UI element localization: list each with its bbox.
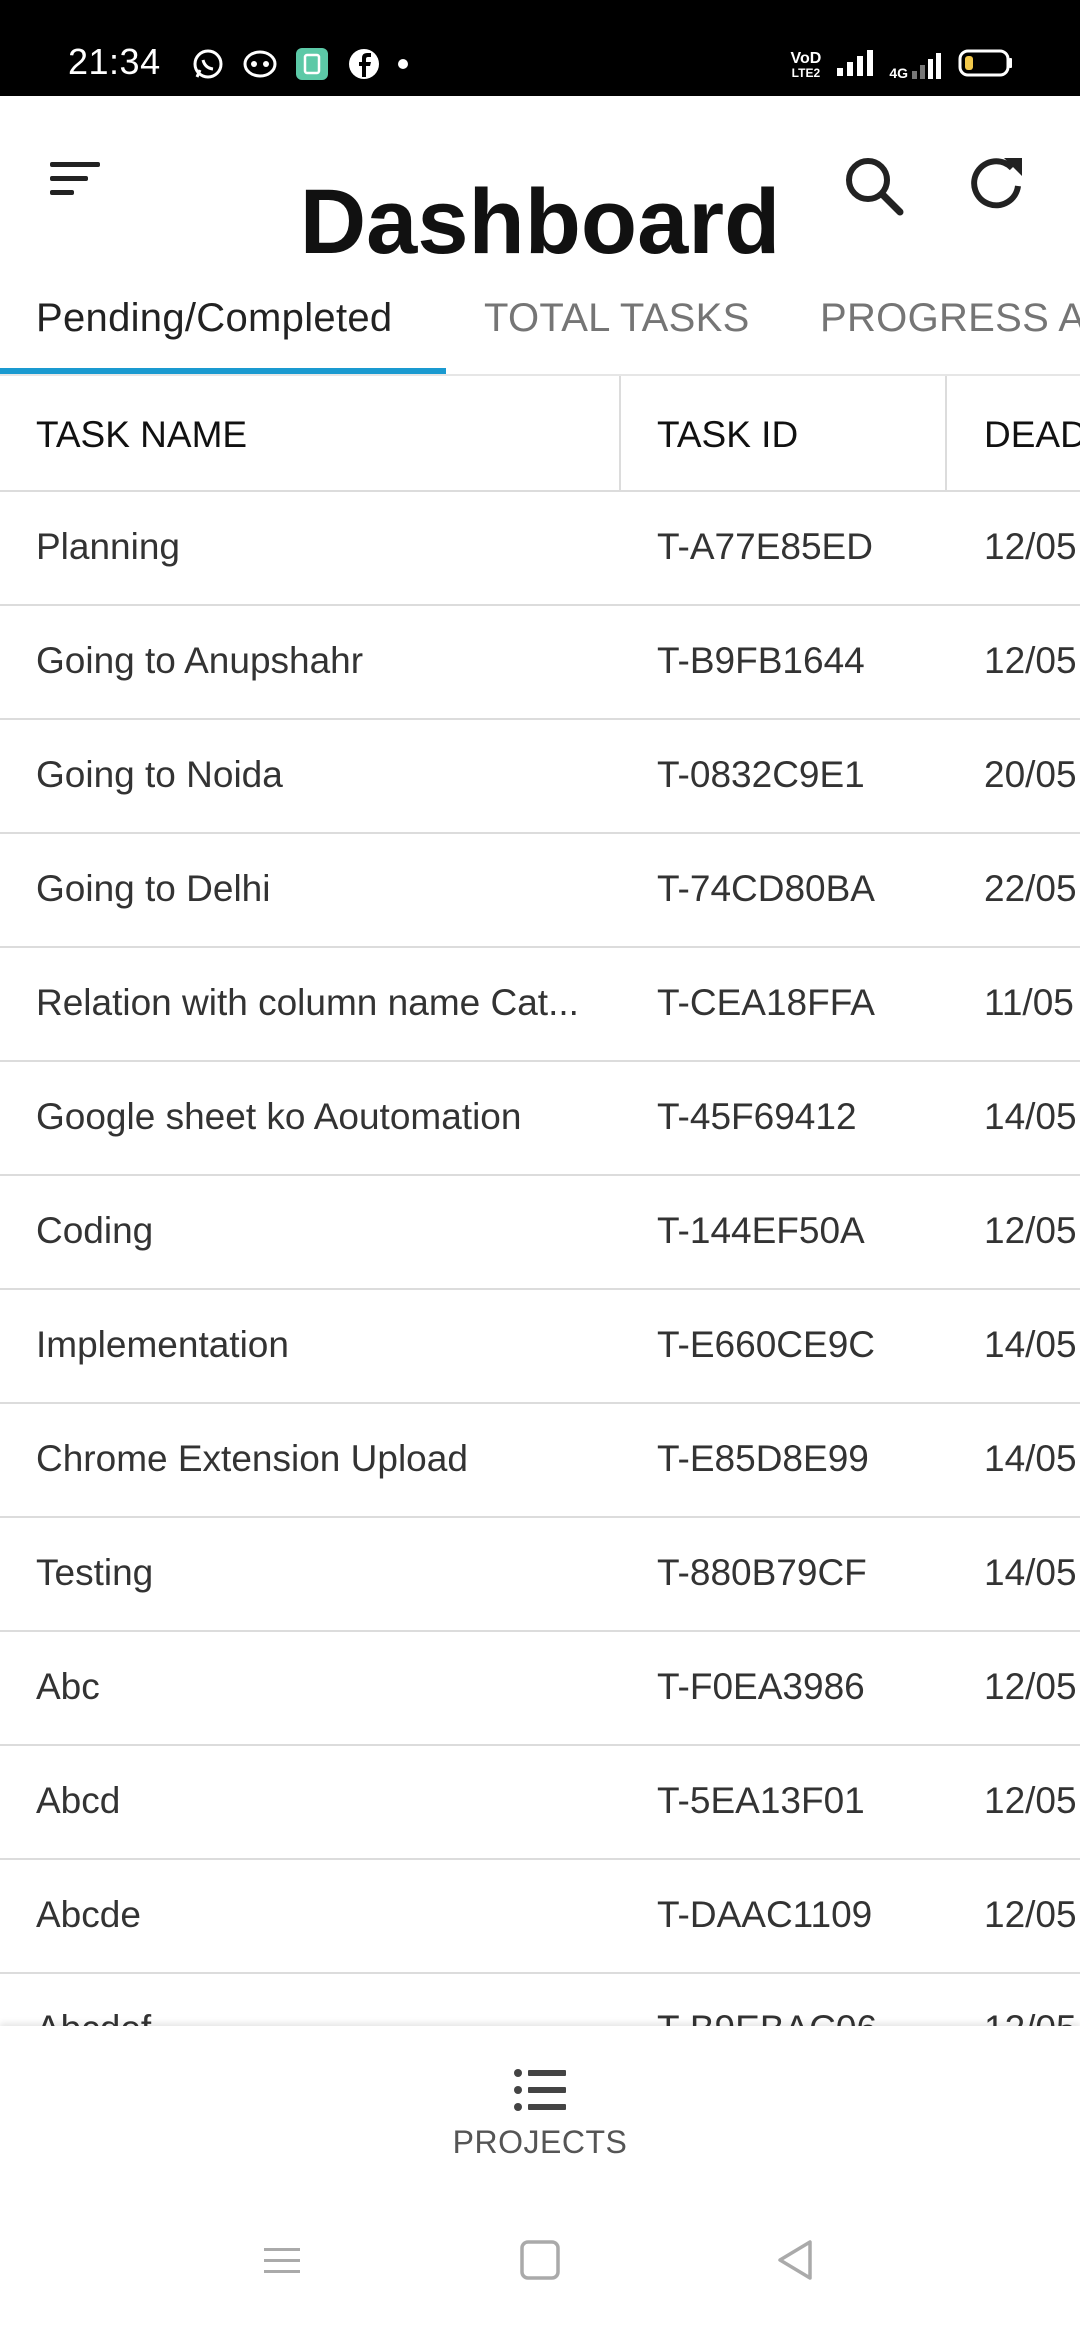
deadline-cell: 14/05 <box>984 1438 1077 1479</box>
deadline-cell: 12/05 <box>984 1210 1077 1251</box>
task-name-cell: Abcde <box>36 1894 141 1935</box>
volte-icon: VoD LTE2 <box>790 49 822 80</box>
task-name-cell: Going to Delhi <box>36 868 271 909</box>
task-id-cell: T-880B79CF <box>657 1552 867 1593</box>
column-header-task-name[interactable]: TASK NAME <box>36 414 606 456</box>
signal-icon <box>835 48 875 83</box>
network-type-label: 4G <box>889 64 908 81</box>
status-bar: 21:34 VoD LTE2 4G <box>0 0 1080 96</box>
task-id-cell: T-144EF50A <box>657 1210 865 1251</box>
task-id-cell: T-74CD80BA <box>657 868 875 909</box>
task-name-cell: Abc <box>36 1666 100 1707</box>
table-row[interactable]: Abcdef T-B9EBAC06 12/05 <box>0 1974 1080 2026</box>
dot-icon <box>398 59 408 69</box>
deadline-cell: 11/05 <box>984 982 1074 1023</box>
deadline-cell: 20/05 <box>984 754 1077 795</box>
tab-bar: Pending/Completed TOTAL TASKS PROGRESS A <box>0 272 1080 376</box>
tab-progress[interactable]: PROGRESS A <box>820 294 1080 342</box>
table-row[interactable]: Implementation T-E660CE9C 14/05 <box>0 1290 1080 1404</box>
column-header-deadline[interactable]: DEAD <box>984 414 1080 456</box>
notification-icons <box>190 46 408 82</box>
tab-total-tasks[interactable]: TOTAL TASKS <box>484 294 750 342</box>
task-name-cell: Chrome Extension Upload <box>36 1438 468 1479</box>
column-divider <box>945 376 947 492</box>
task-name-cell: Google sheet ko Aoutomation <box>36 1096 522 1137</box>
list-icon <box>512 2066 568 2114</box>
task-id-cell: T-5EA13F01 <box>657 1780 865 1821</box>
task-id-cell: T-DAAC1109 <box>657 1894 873 1935</box>
table-row[interactable]: Testing T-880B79CF 14/05 <box>0 1518 1080 1632</box>
back-icon[interactable] <box>766 2230 826 2290</box>
deadline-cell: 12/05 <box>984 1894 1077 1935</box>
column-header-task-id[interactable]: TASK ID <box>657 414 798 456</box>
home-icon[interactable] <box>510 2230 570 2290</box>
bottom-navigation: PROJECTS <box>0 2026 1080 2186</box>
deadline-cell: 12/05 <box>984 1666 1077 1707</box>
deadline-cell: 12/05 <box>984 2008 1077 2026</box>
task-id-cell: T-B9EBAC06 <box>657 2008 877 2026</box>
active-tab-indicator <box>0 368 446 374</box>
table-row[interactable]: Relation with column name Cat... T-CEA18… <box>0 948 1080 1062</box>
task-name-cell: Relation with column name Cat... <box>36 982 579 1023</box>
task-id-cell: T-A77E85ED <box>657 526 873 567</box>
app-icon <box>294 46 330 82</box>
deadline-cell: 14/05 <box>984 1096 1077 1137</box>
deadline-cell: 14/05 <box>984 1324 1077 1365</box>
whatsapp-icon <box>190 46 226 82</box>
deadline-cell: 12/05 <box>984 640 1077 681</box>
recents-icon[interactable] <box>252 2230 312 2290</box>
task-id-cell: T-0832C9E1 <box>657 754 865 795</box>
task-table: TASK NAME TASK ID DEAD Planning T-A77E85… <box>0 376 1080 2026</box>
volte-text-top: VoD <box>790 49 822 67</box>
table-row[interactable]: Going to Noida T-0832C9E1 20/05 <box>0 720 1080 834</box>
table-row[interactable]: Coding T-144EF50A 12/05 <box>0 1176 1080 1290</box>
table-row[interactable]: Abcd T-5EA13F01 12/05 <box>0 1746 1080 1860</box>
deadline-cell: 12/05 <box>984 1780 1077 1821</box>
task-name-cell: Going to Anupshahr <box>36 640 364 681</box>
task-id-cell: T-45F69412 <box>657 1096 857 1137</box>
4g-signal-icon: 4G <box>889 51 944 81</box>
table-header-row: TASK NAME TASK ID DEAD <box>0 376 1080 492</box>
projects-nav-label: PROJECTS <box>452 2124 628 2160</box>
task-name-cell: Testing <box>36 1552 154 1593</box>
messaging-icon <box>242 46 278 82</box>
task-name-cell: Planning <box>36 526 181 567</box>
task-name-cell: Implementation <box>36 1324 289 1365</box>
task-name-cell: Abcdef <box>36 2008 606 2026</box>
status-time: 21:34 <box>68 41 161 82</box>
task-id-cell: T-E660CE9C <box>657 1324 875 1365</box>
deadline-cell: 14/05 <box>984 1552 1077 1593</box>
battery-icon <box>958 48 1014 83</box>
table-row[interactable]: Abc T-F0EA3986 12/05 <box>0 1632 1080 1746</box>
task-id-cell: T-CEA18FFA <box>657 982 875 1023</box>
tab-pending-completed[interactable]: Pending/Completed <box>36 294 392 342</box>
table-row[interactable]: Planning T-A77E85ED 12/05 <box>0 492 1080 606</box>
system-status-icons: VoD LTE2 4G <box>791 48 1015 83</box>
task-name-cell: Coding <box>36 1210 154 1251</box>
deadline-cell: 12/05 <box>984 526 1077 567</box>
system-navigation-bar <box>0 2186 1080 2340</box>
projects-nav-button[interactable]: PROJECTS <box>440 2066 640 2176</box>
task-id-cell: T-E85D8E99 <box>657 1438 869 1479</box>
deadline-cell: 22/05 <box>984 868 1077 909</box>
task-id-cell: T-F0EA3986 <box>657 1666 865 1707</box>
table-row[interactable]: Going to Delhi T-74CD80BA 22/05 <box>0 834 1080 948</box>
task-name-cell: Abcd <box>36 1780 121 1821</box>
task-name-cell: Going to Noida <box>36 754 283 795</box>
table-row[interactable]: Google sheet ko Aoutomation T-45F69412 1… <box>0 1062 1080 1176</box>
column-divider <box>619 376 621 492</box>
table-row[interactable]: Chrome Extension Upload T-E85D8E99 14/05 <box>0 1404 1080 1518</box>
facebook-icon <box>346 46 382 82</box>
table-row[interactable]: Abcde T-DAAC1109 12/05 <box>0 1860 1080 1974</box>
table-row[interactable]: Going to Anupshahr T-B9FB1644 12/05 <box>0 606 1080 720</box>
page-title: Dashboard <box>299 171 781 273</box>
task-id-cell: T-B9FB1644 <box>657 640 865 681</box>
volte-text-bottom: LTE2 <box>791 65 821 80</box>
